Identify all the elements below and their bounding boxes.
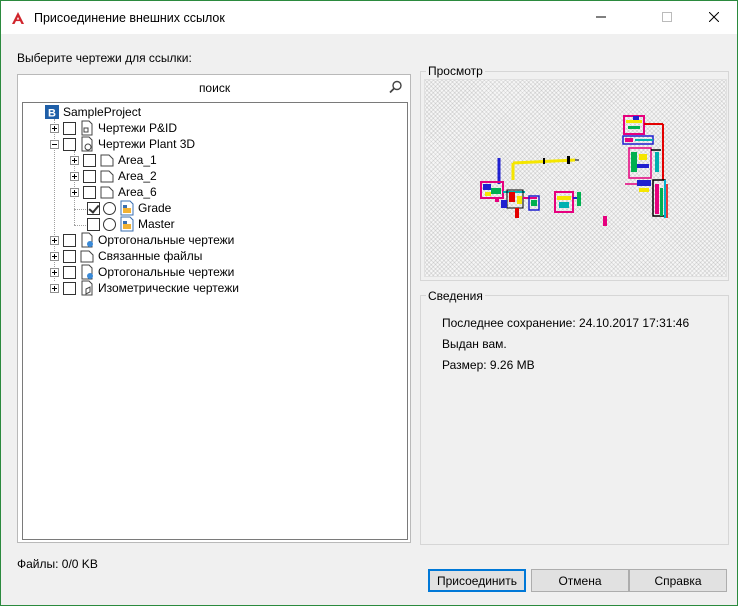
tree-item-area6[interactable]: Area_6 (70, 184, 157, 200)
tree-item-label: Чертежи P&ID (98, 121, 178, 135)
tree-item-area1[interactable]: Area_1 (70, 152, 157, 168)
details-title: Сведения (426, 289, 485, 303)
tree-item-area2[interactable]: Area_2 (70, 168, 157, 184)
iso-drawing-icon (81, 280, 93, 296)
tree-item-label: Area_2 (118, 169, 157, 183)
tree-checkbox[interactable] (63, 233, 76, 247)
dwg-file-icon (120, 216, 134, 232)
tree-checkbox[interactable] (87, 217, 100, 231)
tree-line (74, 209, 88, 210)
folder-page-icon (100, 170, 114, 183)
tree-radio[interactable] (103, 217, 116, 231)
file-size-text: Размер: 9.26 MB (442, 358, 535, 372)
tree-checkbox[interactable] (63, 249, 76, 263)
folder-page-icon (100, 186, 114, 199)
ortho-drawing-icon (81, 232, 93, 248)
folder-page-icon (100, 154, 114, 167)
search-icon[interactable] (389, 80, 403, 94)
tree-root-label: SampleProject (63, 105, 142, 119)
details-group (420, 295, 729, 545)
expand-icon[interactable] (50, 235, 59, 245)
tree-item-label: Grade (138, 201, 172, 215)
ortho-drawing-icon (81, 264, 93, 280)
tree-checkbox[interactable] (63, 121, 76, 135)
collapse-icon[interactable] (50, 139, 59, 149)
last-saved-text: Последнее сохранение: 24.10.2017 17:31:4… (442, 316, 690, 330)
drawing-thumbnail (480, 115, 668, 226)
title-bar: Присоединение внешних ссылок (1, 1, 737, 34)
tree-root[interactable]: B SampleProject (44, 104, 141, 120)
tree-item-grade[interactable]: Grade (87, 200, 171, 216)
drawing-tree-pane: поиск B SampleProject Чертежи P&ID Черте… (17, 74, 411, 543)
tree-item-label: Area_1 (118, 153, 157, 167)
select-drawings-label: Выберите чертежи для ссылки: (17, 51, 192, 65)
drawing-folder-icon (81, 120, 93, 136)
drawing-folder-icon (81, 136, 93, 152)
tree-item-label: Изометрические чертежи (98, 281, 239, 295)
tree-item-master[interactable]: Master (87, 216, 175, 232)
tree-item-related-files[interactable]: Связанные файлы (50, 248, 202, 264)
drawing-tree[interactable]: B SampleProject Чертежи P&ID Чертежи Pla… (22, 102, 408, 540)
maximize-icon (662, 12, 672, 22)
issued-to-text: Выдан вам. (442, 337, 507, 351)
tree-checkbox[interactable] (83, 185, 96, 199)
expand-icon[interactable] (70, 155, 79, 165)
svg-text:B: B (48, 108, 56, 120)
autocad-a-icon (10, 10, 26, 26)
tree-item-label: Ортогональные чертежи (98, 265, 235, 279)
tree-line (74, 225, 88, 226)
maximize-button[interactable] (644, 1, 690, 33)
tree-checkbox[interactable] (63, 265, 76, 279)
drawing-preview (424, 79, 727, 277)
files-count-text: Файлы: 0/0 KB (17, 557, 98, 571)
tree-item-pid[interactable]: Чертежи P&ID (50, 120, 177, 136)
window-title: Присоединение внешних ссылок (34, 10, 225, 25)
expand-icon[interactable] (50, 123, 59, 133)
dwg-file-icon (120, 200, 134, 216)
cancel-button[interactable]: Отмена (531, 569, 629, 592)
tree-item-label: Связанные файлы (98, 249, 203, 263)
expand-icon[interactable] (50, 283, 59, 293)
minimize-button[interactable] (578, 1, 624, 33)
tree-checkbox[interactable] (83, 169, 96, 183)
tree-item-label: Area_6 (118, 185, 157, 199)
search-placeholder: поиск (198, 81, 231, 95)
expand-icon[interactable] (50, 251, 59, 261)
tree-checkbox[interactable] (83, 153, 96, 167)
tree-checkbox[interactable] (63, 281, 76, 295)
tree-item-label: Чертежи Plant 3D (98, 137, 196, 151)
help-button[interactable]: Справка (629, 569, 727, 592)
tree-item-label: Master (138, 217, 175, 231)
minimize-icon (596, 16, 606, 18)
expand-icon[interactable] (70, 171, 79, 181)
tree-checkbox-checked[interactable] (87, 201, 100, 215)
tree-checkbox[interactable] (63, 137, 76, 151)
tree-item-plant3d[interactable]: Чертежи Plant 3D (50, 136, 195, 152)
attach-button[interactable]: Присоединить (428, 569, 526, 592)
tree-item-iso[interactable]: Изометрические чертежи (50, 280, 239, 296)
expand-icon[interactable] (50, 267, 59, 277)
search-input[interactable]: поиск (22, 77, 407, 98)
tree-item-label: Ортогональные чертежи (98, 233, 235, 247)
tree-radio[interactable] (103, 201, 116, 215)
close-icon (709, 12, 719, 22)
close-button[interactable] (691, 1, 737, 33)
project-b-icon: B (45, 105, 59, 120)
preview-title: Просмотр (426, 64, 485, 78)
tree-item-ortho-2[interactable]: Ортогональные чертежи (50, 264, 234, 280)
expand-icon[interactable] (70, 187, 79, 197)
attach-xref-dialog: Присоединение внешних ссылок Выберите че… (0, 0, 738, 606)
tree-item-ortho-1[interactable]: Ортогональные чертежи (50, 232, 234, 248)
related-files-icon (80, 250, 94, 263)
